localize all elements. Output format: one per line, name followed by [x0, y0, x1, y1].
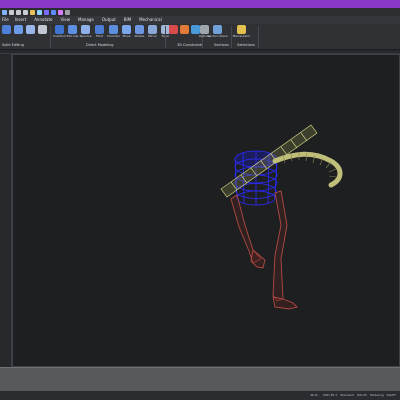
- section-plane-button[interactable]: Section Plane: [207, 25, 228, 41]
- options-icon: [200, 25, 209, 34]
- right-leg: [272, 190, 298, 310]
- move-icon: [122, 25, 131, 34]
- grid-icon[interactable]: [37, 9, 42, 15]
- group-label-direct-modeling: Direct Modeling: [86, 43, 114, 47]
- tab-manage[interactable]: Manage: [74, 16, 98, 24]
- rotate-icon: [135, 25, 144, 34]
- undo-icon[interactable]: [9, 9, 14, 15]
- tool-palette[interactable]: [0, 54, 12, 367]
- copy-faces-button[interactable]: [148, 25, 159, 41]
- status-bar: 4D.8… DRC 85.1 Standard ISO-25 Modeling …: [0, 391, 400, 400]
- options-button[interactable]: Options: [199, 25, 210, 41]
- slice-icon: [38, 25, 47, 34]
- print-icon[interactable]: [23, 9, 28, 15]
- tab-insert[interactable]: Insert: [11, 16, 30, 24]
- pushpull-button[interactable]: PushPull: [53, 25, 66, 41]
- status-view[interactable]: RIGHT: [387, 391, 396, 400]
- subtract-button[interactable]: [13, 25, 24, 41]
- dropdown-icon[interactable]: [65, 9, 70, 15]
- extrude-button[interactable]: Extrude: [67, 25, 78, 41]
- quick-access-toolbar: [0, 8, 400, 16]
- ribbon-tab-bar: File Insert Annotate View Manage Output …: [0, 16, 400, 24]
- tab-annotate[interactable]: Annotate: [30, 16, 56, 24]
- tab-output[interactable]: Output: [98, 16, 120, 24]
- slice-button[interactable]: [37, 25, 48, 41]
- 3d-model-canvas: [220, 124, 343, 310]
- ribbon-panel: Solid Editing PushPull Extrude Revolve F…: [0, 24, 400, 50]
- rotate-button[interactable]: Rotate: [134, 25, 145, 41]
- chamfer-button[interactable]: Chamfer: [107, 25, 120, 41]
- chamfer-icon: [109, 25, 118, 34]
- curved-hose: [272, 151, 343, 188]
- subtract-icon: [14, 25, 23, 34]
- tab-bim[interactable]: BIM: [120, 16, 135, 24]
- command-line-area[interactable]: [0, 367, 400, 391]
- group-label-selections: Selections: [237, 43, 255, 47]
- left-leg: [230, 194, 266, 269]
- status-dim-style[interactable]: ISO-25: [357, 391, 367, 400]
- status-workspace[interactable]: Modeling: [370, 391, 384, 400]
- group-label-solid-editing: Solid Editing: [2, 43, 24, 47]
- constraint-button-1[interactable]: [168, 25, 179, 41]
- layer-icon[interactable]: [51, 9, 56, 15]
- union-icon: [2, 25, 11, 34]
- group-label-3d-constraints: 3D Constraints: [177, 43, 204, 47]
- match-icon[interactable]: [58, 9, 63, 15]
- section-plane-icon: [213, 25, 222, 34]
- window-titlebar: [0, 0, 400, 8]
- status-coordinates: 4D.8…: [310, 393, 321, 397]
- tab-mechanical[interactable]: Mechanical: [135, 16, 166, 24]
- extrude-icon: [68, 25, 77, 34]
- group-separator: [50, 26, 51, 48]
- revolve-button[interactable]: Revolve: [80, 25, 91, 41]
- group-separator: [165, 26, 166, 48]
- manipulator-icon: [237, 25, 246, 34]
- revolve-icon: [81, 25, 90, 34]
- fillet-icon: [95, 25, 104, 34]
- manipulator-button[interactable]: Manipulator: [233, 25, 250, 41]
- constraint-button-2[interactable]: [179, 25, 190, 41]
- constraint-icon: [169, 25, 178, 34]
- tab-file[interactable]: File: [0, 16, 11, 24]
- pushpull-icon: [55, 25, 64, 34]
- constraint-icon: [180, 25, 189, 34]
- redo-icon[interactable]: [16, 9, 21, 15]
- group-separator: [258, 26, 259, 48]
- save-icon[interactable]: [2, 9, 7, 15]
- fillet-button[interactable]: Fillet: [94, 25, 105, 41]
- color-icon[interactable]: [44, 9, 49, 15]
- intersect-icon: [26, 25, 35, 34]
- status-drc[interactable]: DRC 85.1: [323, 391, 337, 400]
- move-button[interactable]: Move: [121, 25, 132, 41]
- open-icon[interactable]: [30, 9, 35, 15]
- union-button[interactable]: [1, 25, 12, 41]
- tab-view[interactable]: View: [57, 16, 75, 24]
- model-viewport[interactable]: [12, 54, 400, 367]
- status-text-style[interactable]: Standard: [340, 391, 354, 400]
- group-label-sections: Sections: [214, 43, 229, 47]
- intersect-button[interactable]: [25, 25, 36, 41]
